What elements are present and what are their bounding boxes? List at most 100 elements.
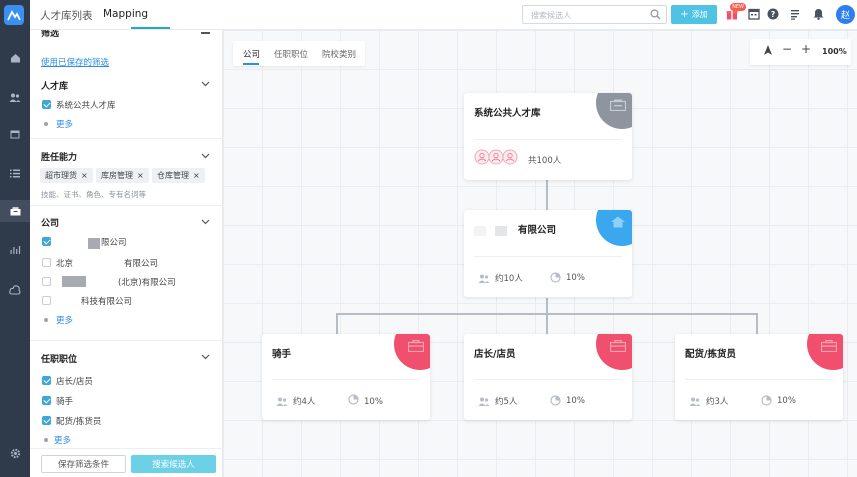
avatar[interactable]: 赵	[836, 5, 855, 24]
pie-icon	[550, 272, 561, 283]
people-count: 约10人	[495, 274, 523, 284]
people-stat: 约3人	[689, 395, 728, 407]
card-separator	[474, 256, 622, 257]
tag-label: 库房管理	[101, 171, 133, 180]
use-saved-filter-link[interactable]: 使用已保存的筛选	[41, 56, 109, 68]
position-node-card[interactable]: 配货/拣货员 约3人 10%	[675, 334, 843, 420]
zoom-in-icon[interactable]: +	[801, 42, 811, 56]
divider	[30, 340, 222, 341]
checkbox-company[interactable]	[42, 296, 51, 305]
company-more-link[interactable]: 更多	[56, 314, 73, 326]
search-candidates-button[interactable]: 搜索候选人	[131, 455, 216, 473]
company-node-card[interactable]: 有限公司 约10人 10%	[464, 210, 632, 297]
tab-company[interactable]: 公司	[243, 48, 260, 60]
people-icon	[276, 397, 288, 406]
company-item-label-tail: 有限公司	[124, 259, 159, 269]
close-icon[interactable]: ×	[193, 171, 200, 180]
people-stat: 约4人	[276, 395, 315, 407]
percent-stat: 10%	[761, 395, 796, 406]
zoom-out-icon[interactable]: −	[782, 42, 792, 56]
search-input[interactable]: 搜索候选人	[522, 5, 667, 24]
position-node-title: 配货/拣货员	[685, 349, 736, 360]
percent-stat: 10%	[550, 395, 585, 406]
percent-value: 10%	[566, 395, 585, 406]
canvas-tabs: 公司 任职职位 院校类别	[233, 41, 365, 66]
checkbox-position[interactable]	[42, 416, 51, 425]
pool-more-link[interactable]: 更多	[56, 118, 73, 130]
pie-icon	[348, 393, 359, 405]
checkbox-company[interactable]	[42, 258, 51, 267]
section-company-title: 公司	[41, 219, 60, 229]
competency-tag[interactable]: 库房管理 ×	[96, 168, 149, 183]
corner-badge	[596, 210, 632, 246]
talent-pool-icon[interactable]	[0, 200, 30, 222]
talent-pool-icon	[610, 99, 626, 111]
corner-badge	[807, 334, 843, 370]
people-count: 约4人	[293, 397, 316, 407]
card-separator	[272, 379, 420, 380]
plus-icon: +	[680, 9, 689, 20]
root-node-title: 系统公共人才库	[474, 108, 541, 119]
tag-label: 仓库管理	[157, 171, 189, 180]
tab-mapping[interactable]: Mapping	[103, 8, 148, 20]
home-icon	[611, 216, 625, 228]
competency-tag[interactable]: 仓库管理 ×	[152, 168, 205, 183]
settings-icon[interactable]	[5, 443, 25, 463]
more-dot	[44, 318, 48, 322]
competency-tag[interactable]: 超市理货 ×	[40, 168, 93, 183]
add-button[interactable]: + 添加	[671, 5, 717, 24]
calendar-icon[interactable]	[747, 7, 761, 21]
mapping-canvas[interactable]: 公司 任职职位 院校类别 − + 100% 系统公共人才库 共100人 有限公司…	[223, 30, 857, 477]
position-node-card[interactable]: 骑手 约4人 10%	[262, 334, 430, 420]
document-icon[interactable]	[788, 7, 802, 21]
company-item-label: (北京)有限公司	[118, 278, 176, 288]
nav-rail	[0, 0, 30, 477]
close-icon[interactable]: ×	[81, 171, 88, 180]
checkbox-position[interactable]	[42, 376, 51, 385]
close-icon[interactable]: ×	[137, 171, 144, 180]
home-icon[interactable]	[5, 48, 25, 68]
chevron-down-icon[interactable]	[201, 79, 210, 88]
checkbox-company[interactable]	[42, 237, 51, 246]
tab-talent-list[interactable]: 人才库列表	[40, 8, 93, 23]
people-icon	[478, 397, 490, 406]
calendar-icon[interactable]	[5, 124, 25, 144]
root-node-card[interactable]: 系统公共人才库 共100人	[464, 93, 632, 180]
divider	[30, 138, 222, 139]
company-item-label: 科技有限公司	[81, 297, 133, 307]
briefcase-icon	[610, 340, 626, 352]
company-item-label: 北京	[56, 259, 74, 269]
search-icon[interactable]	[650, 9, 661, 23]
position-item-label: 骑手	[56, 397, 74, 407]
tab-position[interactable]: 任职职位	[274, 48, 308, 60]
section-competency-title: 胜任能力	[41, 153, 78, 163]
position-more-link[interactable]: 更多	[54, 434, 71, 446]
people-icon	[478, 274, 490, 283]
position-node-card[interactable]: 店长/店员 约5人 10%	[464, 334, 632, 420]
chevron-down-icon[interactable]	[201, 217, 210, 226]
navigate-icon[interactable]	[763, 44, 773, 59]
save-filter-button[interactable]: 保存筛选条件	[41, 455, 126, 473]
corner-badge	[394, 334, 430, 370]
chart-icon[interactable]	[5, 239, 25, 259]
checkbox-position[interactable]	[42, 396, 51, 405]
checkbox-pool[interactable]	[42, 100, 51, 109]
cloud-icon[interactable]	[5, 279, 25, 299]
people-icon[interactable]	[5, 87, 25, 107]
root-count: 共100人	[528, 156, 562, 166]
people-count: 约3人	[706, 397, 729, 407]
help-icon[interactable]: ?	[766, 7, 780, 21]
tab-school-type[interactable]: 院校类别	[322, 48, 356, 60]
competency-hint: 技能、证书、角色、专有名词等	[41, 190, 146, 199]
chevron-down-icon[interactable]	[201, 151, 210, 160]
filter-panel: 筛选 使用已保存的筛选 人才库 系统公共人才库 更多 胜任能力 超市理货 × 库房…	[30, 30, 223, 477]
bell-icon[interactable]	[811, 7, 825, 21]
connector-line	[546, 298, 548, 334]
collapse-icon[interactable]	[201, 32, 210, 34]
chevron-down-icon[interactable]	[201, 352, 210, 361]
divider	[30, 205, 222, 206]
list-icon[interactable]	[5, 163, 25, 183]
checkbox-company[interactable]	[42, 277, 51, 286]
logo-icon[interactable]	[4, 5, 24, 25]
top-header: 人才库列表 Mapping 搜索候选人 + 添加 NEW ? 赵	[30, 0, 857, 30]
